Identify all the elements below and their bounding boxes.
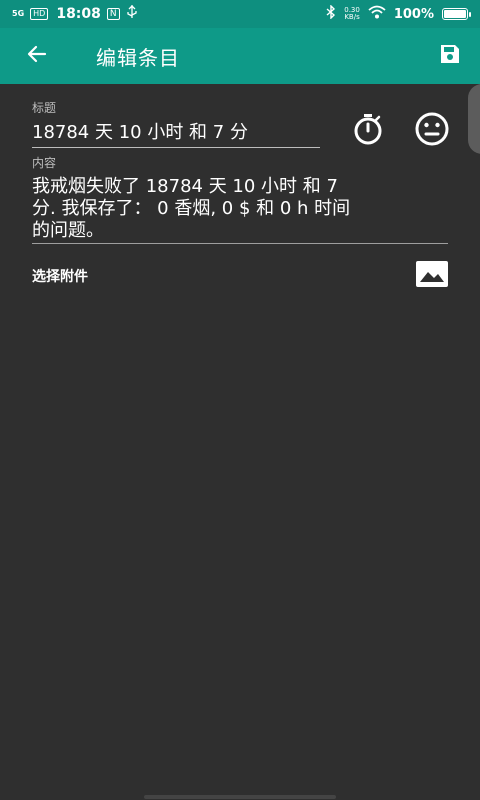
title-input[interactable]: 18784 天 10 小时 和 7 分: [32, 120, 320, 148]
network-speed: 0.30 KB/s: [344, 7, 360, 21]
content-line: 分. 我保存了： 0 香烟, 0 $ 和 0 h 时间: [32, 198, 351, 219]
bluetooth-icon: [326, 4, 336, 23]
timer-button[interactable]: [348, 111, 388, 151]
wifi-icon: [368, 5, 386, 23]
content-line: 的问题。: [32, 220, 104, 241]
stopwatch-icon: [351, 112, 385, 150]
app-bar: 编辑条目: [0, 28, 480, 84]
content-input[interactable]: 我戒烟失败了 18784 天 10 小时 和 7 分. 我保存了： 0 香烟, …: [32, 176, 448, 244]
save-icon: [438, 42, 462, 70]
choose-attachment-label[interactable]: 选择附件: [32, 266, 88, 286]
arrow-left-icon: [25, 42, 49, 70]
content-line: 我戒烟失败了 18784 天 10 小时 和 7: [32, 176, 338, 197]
page-title: 编辑条目: [96, 45, 180, 70]
title-label: 标题: [32, 101, 57, 115]
notification-icon: N: [106, 8, 120, 20]
battery-icon: [442, 8, 471, 20]
save-button[interactable]: [420, 28, 480, 84]
content-label: 内容: [32, 156, 57, 170]
signal-icon: 5G: [12, 9, 25, 18]
clock: 18:08: [56, 6, 101, 22]
speed-unit: KB/s: [344, 13, 360, 21]
back-button[interactable]: [0, 28, 74, 84]
navigation-bar: [144, 795, 336, 799]
attach-image-button[interactable]: [412, 256, 452, 296]
usb-icon: [126, 5, 138, 23]
hd-badge: HD: [30, 8, 49, 20]
battery-percent: 100%: [393, 6, 434, 22]
emoji-neutral-icon: [414, 111, 450, 151]
side-panel-handle[interactable]: [468, 84, 480, 154]
emoji-button[interactable]: [412, 111, 452, 151]
status-bar: 5G HD 18:08 N 0.30 KB/s 100%: [0, 0, 480, 28]
battery-fill: [444, 10, 466, 18]
image-icon: [415, 260, 449, 292]
